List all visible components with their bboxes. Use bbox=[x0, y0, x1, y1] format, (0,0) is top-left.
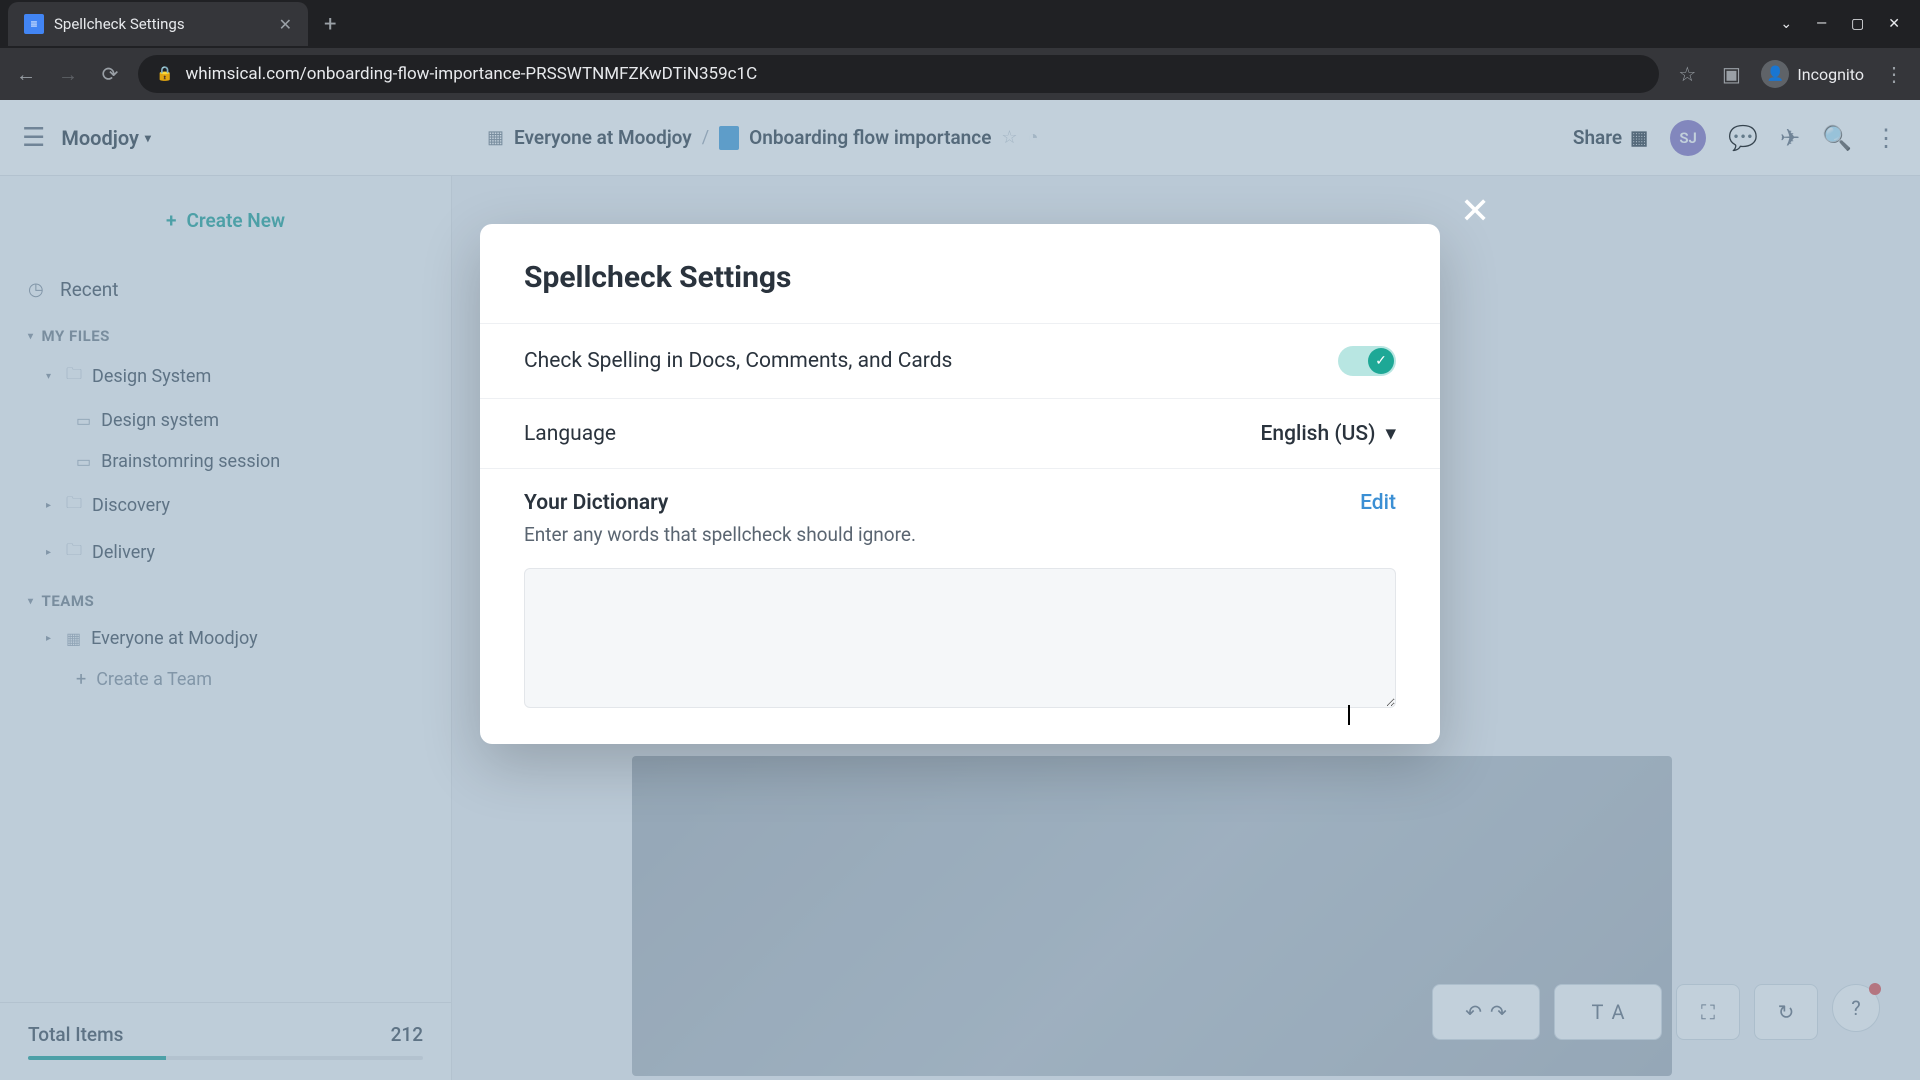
reload-button[interactable]: ⟳ bbox=[96, 62, 124, 86]
app-root: ☰ Moodjoy ▾ ▦ Everyone at Moodjoy / Onbo… bbox=[0, 100, 1920, 1080]
doc-favicon-icon: ≡ bbox=[24, 14, 44, 34]
close-tab-icon[interactable]: ✕ bbox=[279, 15, 292, 34]
spellcheck-settings-modal: Spellcheck Settings Check Spelling in Do… bbox=[480, 224, 1440, 744]
text-cursor bbox=[1348, 705, 1350, 725]
toggle-knob-on: ✓ bbox=[1368, 348, 1394, 374]
browser-chrome: ≡ Spellcheck Settings ✕ + ⌄ — ▢ ✕ ← → ⟳ … bbox=[0, 0, 1920, 100]
url-text: whimsical.com/onboarding-flow-importance… bbox=[185, 64, 757, 84]
dictionary-textarea[interactable] bbox=[524, 568, 1396, 708]
language-label: Language bbox=[524, 422, 616, 446]
chevron-down-icon: ▾ bbox=[1385, 421, 1396, 446]
address-bar: ← → ⟳ 🔒 whimsical.com/onboarding-flow-im… bbox=[0, 48, 1920, 100]
language-value: English (US) bbox=[1261, 422, 1376, 446]
modal-section-check-spelling: Check Spelling in Docs, Comments, and Ca… bbox=[480, 323, 1440, 398]
incognito-badge: 👤 Incognito bbox=[1761, 60, 1864, 88]
bookmark-star-icon[interactable]: ☆ bbox=[1673, 62, 1701, 86]
modal-title: Spellcheck Settings bbox=[524, 260, 1396, 295]
maximize-icon[interactable]: ▢ bbox=[1851, 16, 1864, 32]
back-button[interactable]: ← bbox=[12, 62, 40, 87]
modal-close-button[interactable]: ✕ bbox=[1460, 190, 1490, 232]
modal-section-language: Language English (US) ▾ bbox=[480, 398, 1440, 468]
url-field[interactable]: 🔒 whimsical.com/onboarding-flow-importan… bbox=[138, 55, 1659, 93]
address-bar-right: ☆ ▣ 👤 Incognito ⋮ bbox=[1673, 60, 1908, 88]
modal-section-dictionary: Your Dictionary Edit Enter any words tha… bbox=[480, 468, 1440, 744]
browser-tab[interactable]: ≡ Spellcheck Settings ✕ bbox=[8, 2, 308, 46]
minimize-icon[interactable]: — bbox=[1816, 16, 1827, 32]
dictionary-subtitle: Enter any words that spellcheck should i… bbox=[524, 523, 1396, 546]
browser-menu-icon[interactable]: ⋮ bbox=[1880, 62, 1908, 86]
dictionary-edit-link[interactable]: Edit bbox=[1360, 491, 1396, 515]
extensions-icon[interactable]: ▣ bbox=[1717, 62, 1745, 86]
close-window-icon[interactable]: ✕ bbox=[1888, 16, 1900, 32]
modal-header: Spellcheck Settings bbox=[480, 224, 1440, 323]
incognito-icon: 👤 bbox=[1761, 60, 1789, 88]
tab-bar: ≡ Spellcheck Settings ✕ + ⌄ — ▢ ✕ bbox=[0, 0, 1920, 48]
check-spelling-label: Check Spelling in Docs, Comments, and Ca… bbox=[524, 349, 952, 373]
window-controls: ⌄ — ▢ ✕ bbox=[1780, 16, 1920, 32]
language-select[interactable]: English (US) ▾ bbox=[1261, 421, 1396, 446]
chevron-down-icon[interactable]: ⌄ bbox=[1780, 16, 1792, 32]
tab-title: Spellcheck Settings bbox=[54, 15, 269, 33]
modal-wrapper: ✕ Spellcheck Settings Check Spelling in … bbox=[0, 100, 1920, 1080]
new-tab-button[interactable]: + bbox=[324, 12, 336, 37]
incognito-label: Incognito bbox=[1797, 65, 1864, 84]
check-spelling-toggle[interactable]: ✓ bbox=[1338, 346, 1396, 376]
dictionary-title: Your Dictionary bbox=[524, 491, 668, 515]
forward-button[interactable]: → bbox=[54, 62, 82, 87]
lock-icon: 🔒 bbox=[156, 66, 173, 82]
